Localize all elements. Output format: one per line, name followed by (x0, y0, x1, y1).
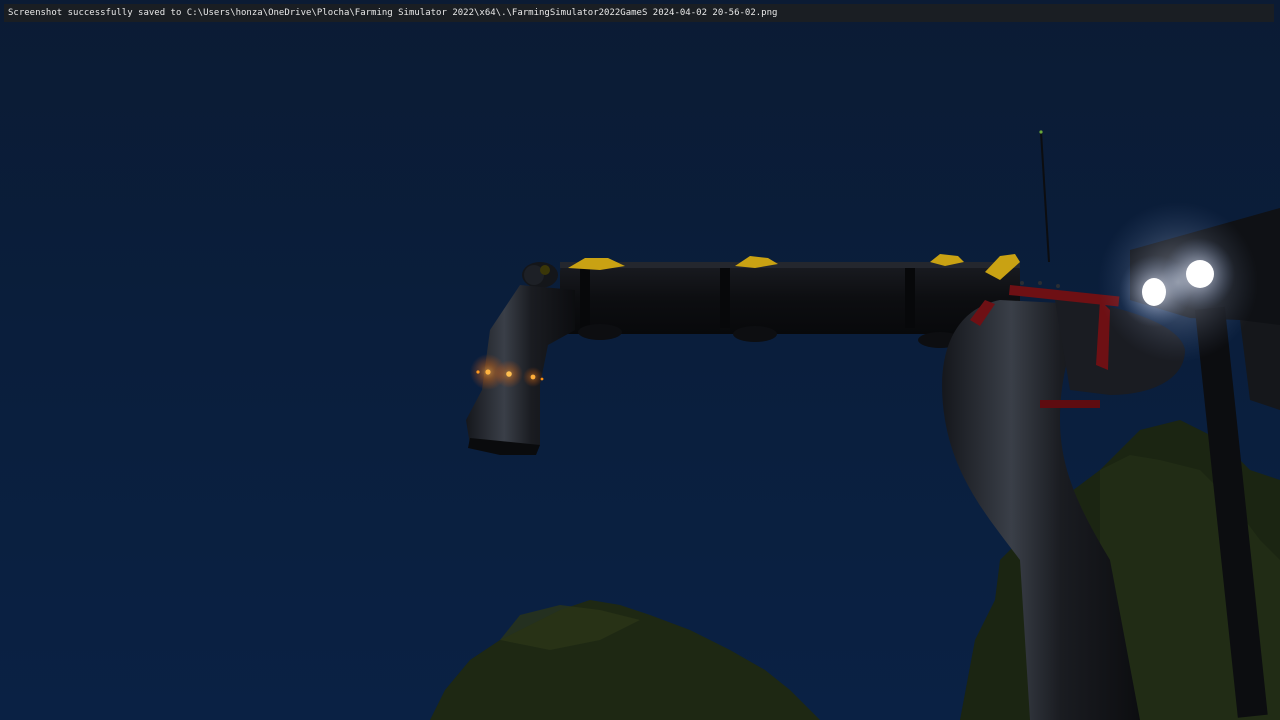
boom-end-cap (522, 262, 558, 288)
work-headlights (1098, 202, 1258, 362)
game-viewport: Screenshot successfully saved to C:\User… (0, 0, 1280, 720)
night-scene (0, 0, 1280, 720)
notification-text: Screenshot successfully saved to C:\User… (8, 8, 778, 18)
screenshot-notification: Screenshot successfully saved to C:\User… (4, 4, 1274, 22)
